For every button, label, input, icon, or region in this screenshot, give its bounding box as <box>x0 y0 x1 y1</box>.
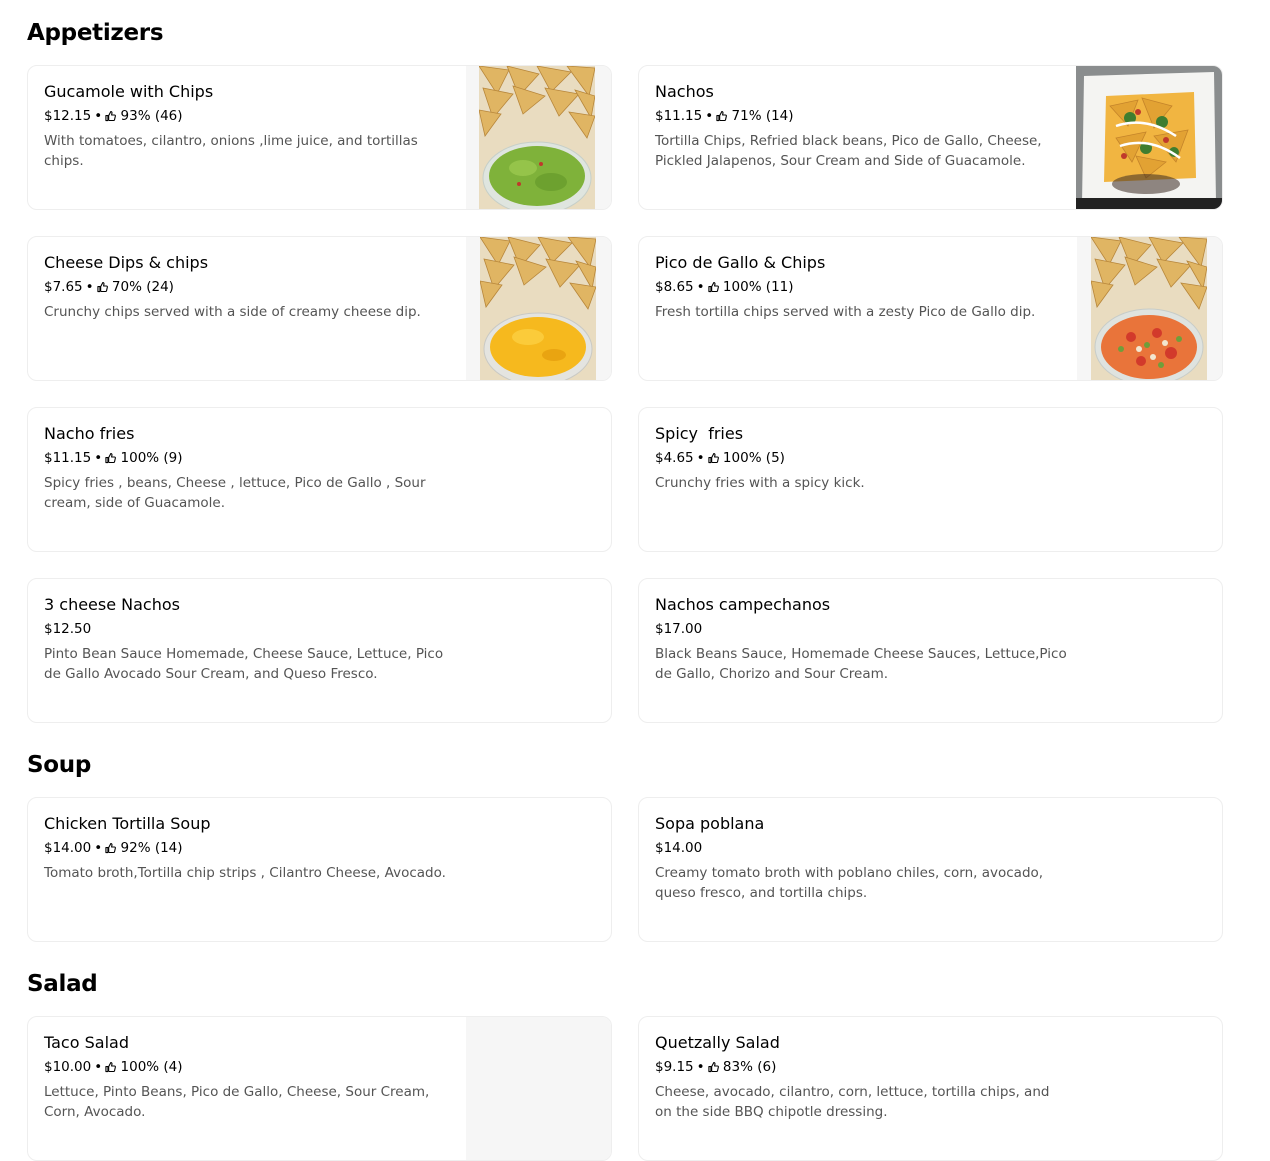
item-price: $11.15 <box>44 450 92 466</box>
item-description: With tomatoes, cilantro, onions ,lime ju… <box>44 133 418 169</box>
item-name: 3 cheese Nachos <box>44 595 180 614</box>
item-price: $4.65 <box>655 450 694 466</box>
item-description: Cheese, avocado, cilantro, corn, lettuce… <box>655 1084 1050 1120</box>
item-rating: 83% (6) <box>722 1059 777 1075</box>
item-name: Taco Salad <box>44 1033 129 1052</box>
item-description: Crunchy fries with a spicy kick. <box>655 475 865 491</box>
item-name: Nacho fries <box>44 424 135 443</box>
section-title-appetizers: Appetizers <box>27 20 164 46</box>
item-meta: $17.00 <box>655 620 1067 638</box>
menu-item-card[interactable]: Nachos campechanos $17.00 Black Beans Sa… <box>638 578 1223 723</box>
section-title-soup: Soup <box>27 752 92 778</box>
item-description: Tomato broth,Tortilla chip strips , Cila… <box>44 865 446 881</box>
thumbs-up-icon <box>708 452 719 464</box>
item-meta: $14.00 <box>655 839 1067 857</box>
item-meta: $8.65 • 100% (11) <box>655 279 794 295</box>
item-meta: $14.00 • 92% (14) <box>44 840 183 856</box>
item-price: $14.00 <box>655 840 703 856</box>
item-meta: $11.15 • 71% (14) <box>655 108 794 124</box>
item-description: Spicy fries , beans, Cheese , lettuce, P… <box>44 475 426 511</box>
item-description: Pinto Bean Sauce Homemade, Cheese Sauce,… <box>44 646 444 682</box>
item-rating: 100% (4) <box>120 1059 183 1075</box>
thumbs-up-icon <box>105 842 116 854</box>
item-price: $17.00 <box>655 621 703 637</box>
item-rating: 100% (11) <box>722 279 794 295</box>
item-name: Cheese Dips & chips <box>44 253 209 272</box>
item-meta: $11.15 • 100% (9) <box>44 450 183 466</box>
cheese-dip-chips-photo <box>466 237 611 380</box>
menu-item-card[interactable]: Quetzally Salad $9.15 • 83% (6) Cheese, a… <box>638 1016 1223 1161</box>
thumbs-up-icon <box>105 452 116 464</box>
item-rating: 93% (46) <box>120 108 183 124</box>
item-rating: 92% (14) <box>120 840 183 856</box>
item-rating: 100% (9) <box>120 450 183 466</box>
menu-item-card[interactable]: Taco Salad $10.00 • 100% (4) Lettuce, Pin… <box>27 1016 612 1161</box>
item-name: Spicy fries <box>655 424 744 443</box>
item-price: $12.15 <box>44 108 92 124</box>
item-name: Sopa poblana <box>655 814 765 833</box>
item-rating: 70% (24) <box>111 279 174 295</box>
taco-salad-photo-placeholder <box>466 1017 611 1160</box>
thumbs-up-icon <box>97 281 108 293</box>
item-price: $14.00 <box>44 840 92 856</box>
item-description: Fresh tortilla chips served with a zesty… <box>655 304 1036 320</box>
item-name: Nachos <box>655 82 714 101</box>
item-description: Black Beans Sauce, Homemade Cheese Sauce… <box>655 646 1067 682</box>
item-rating: 71% (14) <box>731 108 794 124</box>
item-price: $11.15 <box>655 108 703 124</box>
thumbs-up-icon <box>708 281 719 293</box>
item-description: Lettuce, Pinto Beans, Pico de Gallo, Che… <box>44 1084 430 1120</box>
item-name: Chicken Tortilla Soup <box>44 814 211 833</box>
guacamole-chips-photo <box>466 66 611 209</box>
item-price: $7.65 <box>44 279 83 295</box>
item-price: $10.00 <box>44 1059 92 1075</box>
menu-item-card[interactable]: Spicy fries $4.65 • 100% (5) Crunchy frie… <box>638 407 1223 552</box>
item-meta: $12.50 <box>44 620 456 638</box>
menu-item-card[interactable]: Gucamole with Chips $12.15 • 93% (46) Wit… <box>27 65 612 210</box>
item-description: Creamy tomato broth with poblano chiles,… <box>655 865 1044 901</box>
menu-item-card[interactable]: Chicken Tortilla Soup $14.00 • 92% (14) T… <box>27 797 612 942</box>
item-price: $8.65 <box>655 279 694 295</box>
nachos-photo <box>1076 66 1222 209</box>
menu-item-card[interactable]: Sopa poblana $14.00 Creamy tomato broth … <box>638 797 1223 942</box>
item-meta: $7.65 • 70% (24) <box>44 279 174 295</box>
item-meta: $10.00 • 100% (4) <box>44 1059 183 1075</box>
thumbs-up-icon <box>708 1061 719 1073</box>
item-name: Pico de Gallo & Chips <box>655 253 826 272</box>
item-meta: $4.65 • 100% (5) <box>655 450 785 466</box>
item-price: $9.15 <box>655 1059 694 1075</box>
item-meta: $12.15 • 93% (46) <box>44 108 183 124</box>
section-title-salad: Salad <box>27 971 98 997</box>
item-name: Gucamole with Chips <box>44 82 214 101</box>
pico-de-gallo-chips-photo <box>1077 237 1222 380</box>
menu-item-card[interactable]: Pico de Gallo & Chips $8.65 • 100% (11) F… <box>638 236 1223 381</box>
thumbs-up-icon <box>105 110 116 122</box>
item-description: Crunchy chips served with a side of crea… <box>44 304 421 320</box>
item-name: Quetzally Salad <box>655 1033 780 1052</box>
menu-item-card[interactable]: Nachos $11.15 • 71% (14) Tortilla Chips, … <box>638 65 1223 210</box>
item-description: Tortilla Chips, Refried black beans, Pic… <box>655 133 1042 169</box>
thumbs-up-icon <box>716 110 727 122</box>
item-price: $12.50 <box>44 621 92 637</box>
menu-item-card[interactable]: 3 cheese Nachos $12.50 Pinto Bean Sauce … <box>27 578 612 723</box>
item-meta: $9.15 • 83% (6) <box>655 1059 777 1075</box>
menu-item-card[interactable]: Cheese Dips & chips $7.65 • 70% (24) Crun… <box>27 236 612 381</box>
menu-item-card[interactable]: Nacho fries $11.15 • 100% (9) Spicy fries… <box>27 407 612 552</box>
item-name: Nachos campechanos <box>655 595 831 614</box>
item-rating: 100% (5) <box>722 450 785 466</box>
thumbs-up-icon <box>105 1061 116 1073</box>
